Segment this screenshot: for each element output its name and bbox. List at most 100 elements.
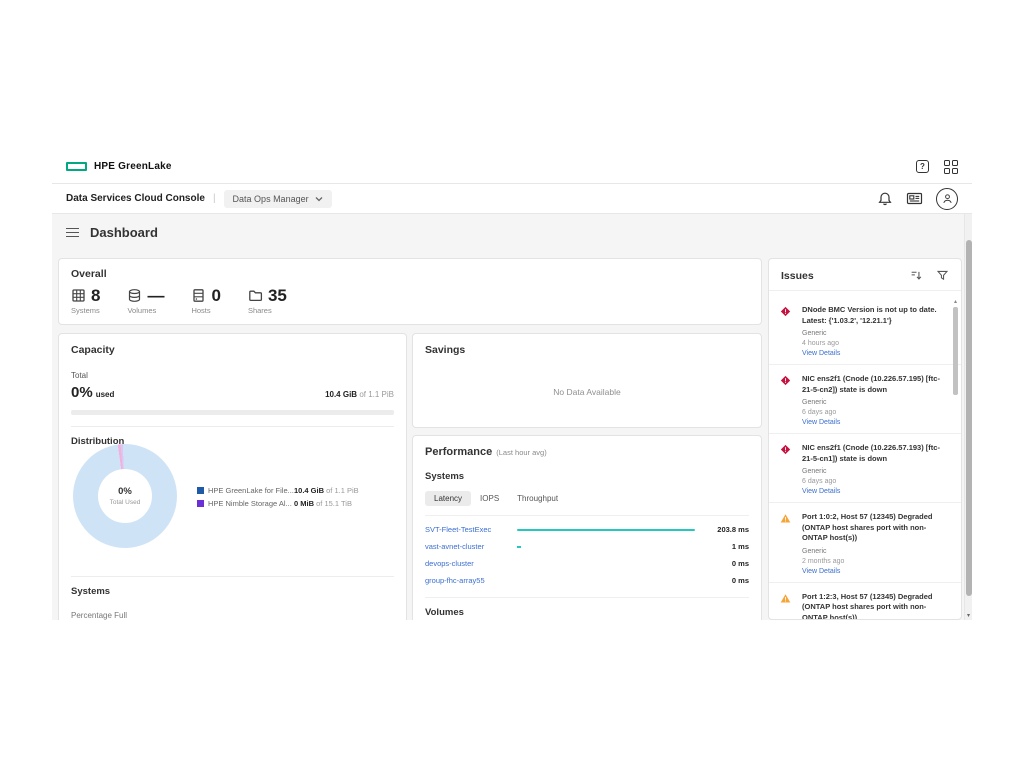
performance-row: group-fhc-array55 0 ms bbox=[425, 572, 749, 589]
performance-row: SVT-Fleet-TestExec 203.8 ms bbox=[425, 521, 749, 538]
system-link[interactable]: group-fhc-array55 bbox=[425, 576, 513, 585]
sort-icon[interactable] bbox=[910, 269, 923, 282]
volumes-label: Volumes bbox=[127, 306, 164, 315]
latency-sparkline bbox=[513, 579, 695, 583]
performance-tabs: Latency IOPS Throughput bbox=[425, 491, 749, 506]
overall-card: Overall 8 Systems — Volumes bbox=[58, 258, 762, 325]
savings-title: Savings bbox=[425, 344, 749, 356]
issue-category: Generic bbox=[802, 399, 941, 406]
header-divider: | bbox=[213, 193, 216, 204]
system-link[interactable]: vast-avnet-cluster bbox=[425, 542, 513, 551]
performance-title: Performance bbox=[425, 446, 492, 458]
issues-card: Issues DNode BMC Version is not up to da… bbox=[768, 258, 962, 620]
shares-label: Shares bbox=[248, 306, 287, 315]
system-link[interactable]: devops-cluster bbox=[425, 559, 513, 568]
donut-center-value: 0% bbox=[118, 486, 132, 497]
issue-category: Generic bbox=[802, 548, 941, 555]
tab-throughput[interactable]: Throughput bbox=[508, 491, 567, 506]
issue-item: Port 1:0:2, Host 57 (12345) Degraded (ON… bbox=[769, 503, 961, 583]
issue-time: 6 days ago bbox=[802, 409, 941, 416]
capacity-used-of: 10.4 GiB of 1.1 PiB bbox=[325, 390, 394, 399]
capacity-progress-bar bbox=[71, 410, 394, 415]
issue-time: 4 hours ago bbox=[802, 340, 941, 347]
scroll-up-icon[interactable]: ▴ bbox=[952, 299, 959, 305]
apps-grid-icon[interactable] bbox=[944, 160, 958, 174]
tab-latency[interactable]: Latency bbox=[425, 491, 471, 506]
systems-count: 8 bbox=[91, 286, 100, 306]
legend-item: HPE Nimble Storage Al... 0 MiB of 15.1 T… bbox=[197, 499, 359, 508]
filter-icon[interactable] bbox=[936, 269, 949, 282]
issue-item: DNode BMC Version is not up to date. Lat… bbox=[769, 296, 961, 365]
latency-value: 0 ms bbox=[705, 576, 749, 585]
system-link[interactable]: SVT-Fleet-TestExec bbox=[425, 525, 513, 534]
app-switcher-label: Data Ops Manager bbox=[233, 194, 309, 204]
whats-new-icon[interactable] bbox=[906, 191, 923, 206]
issues-title: Issues bbox=[781, 270, 897, 282]
scroll-down-icon[interactable]: ▾ bbox=[965, 612, 972, 619]
view-details-link[interactable]: View Details bbox=[802, 488, 941, 495]
performance-row: devops-cluster 0 ms bbox=[425, 555, 749, 572]
capacity-of-value: of 1.1 PiB bbox=[359, 390, 394, 399]
hosts-count: 0 bbox=[211, 286, 220, 306]
help-icon[interactable]: ? bbox=[916, 160, 929, 173]
user-avatar[interactable] bbox=[936, 188, 958, 210]
performance-row: vast-avnet-cluster 1 ms bbox=[425, 538, 749, 555]
page-scrollbar[interactable]: ▾ bbox=[964, 214, 972, 620]
capacity-card: Capacity Total 0% used 10.4 GiB of 1.1 P… bbox=[58, 333, 407, 620]
critical-diamond-icon bbox=[780, 306, 791, 317]
notifications-bell-icon[interactable] bbox=[877, 191, 893, 207]
latency-value: 0 ms bbox=[705, 559, 749, 568]
latency-value: 203.8 ms bbox=[705, 525, 749, 534]
systems-icon bbox=[71, 288, 86, 303]
legend-swatch-blue bbox=[197, 487, 204, 494]
latency-sparkline bbox=[513, 545, 695, 549]
latency-sparkline bbox=[513, 528, 695, 532]
hosts-icon bbox=[191, 288, 206, 303]
shares-count: 35 bbox=[268, 286, 287, 306]
metric-volumes[interactable]: — Volumes bbox=[127, 286, 164, 315]
hpe-element-icon bbox=[66, 162, 87, 171]
page-scrollbar-thumb[interactable] bbox=[966, 240, 972, 596]
issue-category: Generic bbox=[802, 468, 941, 475]
savings-card: Savings No Data Available bbox=[412, 333, 762, 428]
donut-center-label: Total Used bbox=[110, 499, 141, 506]
capacity-percent: 0% bbox=[71, 384, 93, 401]
performance-card: Performance (Last hour avg) Systems Late… bbox=[412, 435, 762, 620]
performance-volumes-title: Volumes bbox=[425, 607, 749, 618]
issues-scrollbar[interactable]: ▴ bbox=[952, 299, 959, 616]
brand-title: HPE GreenLake bbox=[94, 161, 172, 172]
issue-item: NIC ens2f1 (Cnode (10.226.57.193) [ftc-2… bbox=[769, 434, 961, 503]
distribution-donut-chart[interactable]: 0% Total Used bbox=[73, 444, 177, 548]
view-details-link[interactable]: View Details bbox=[802, 568, 941, 575]
volumes-count: — bbox=[147, 286, 164, 306]
capacity-total-label: Total bbox=[71, 371, 394, 380]
app-switcher-dropdown[interactable]: Data Ops Manager bbox=[224, 190, 332, 208]
global-header: HPE GreenLake ? bbox=[52, 150, 972, 184]
shares-icon bbox=[248, 288, 263, 303]
console-bar: Data Services Cloud Console | Data Ops M… bbox=[52, 184, 972, 214]
savings-empty-text: No Data Available bbox=[425, 387, 749, 397]
hpe-greenlake-logo[interactable]: HPE GreenLake bbox=[66, 161, 172, 172]
metric-shares[interactable]: 35 Shares bbox=[248, 286, 287, 315]
warning-triangle-icon bbox=[780, 513, 791, 524]
metric-hosts[interactable]: 0 Hosts bbox=[191, 286, 220, 315]
metric-systems[interactable]: 8 Systems bbox=[71, 286, 100, 315]
console-title: Data Services Cloud Console bbox=[66, 193, 205, 204]
capacity-systems-title: Systems bbox=[71, 586, 394, 597]
systems-label: Systems bbox=[71, 306, 100, 315]
performance-subtitle: (Last hour avg) bbox=[496, 448, 546, 457]
issues-scrollbar-thumb[interactable] bbox=[953, 307, 958, 395]
capacity-title: Capacity bbox=[71, 344, 394, 356]
critical-diamond-icon bbox=[780, 375, 791, 386]
person-icon bbox=[941, 192, 954, 205]
view-details-link[interactable]: View Details bbox=[802, 350, 941, 357]
capacity-percent-suffix: used bbox=[96, 390, 115, 399]
dashboard-content: Dashboard Overall 8 Systems — bbox=[52, 214, 972, 620]
tab-iops[interactable]: IOPS bbox=[471, 491, 508, 506]
percentage-full-label: Percentage Full bbox=[71, 611, 394, 620]
distribution-legend: HPE GreenLake for File... 10.4 GiB of 1.… bbox=[197, 486, 359, 512]
hosts-label: Hosts bbox=[191, 306, 220, 315]
performance-systems-title: Systems bbox=[425, 471, 749, 482]
menu-hamburger-icon[interactable] bbox=[66, 225, 79, 239]
view-details-link[interactable]: View Details bbox=[802, 419, 941, 426]
